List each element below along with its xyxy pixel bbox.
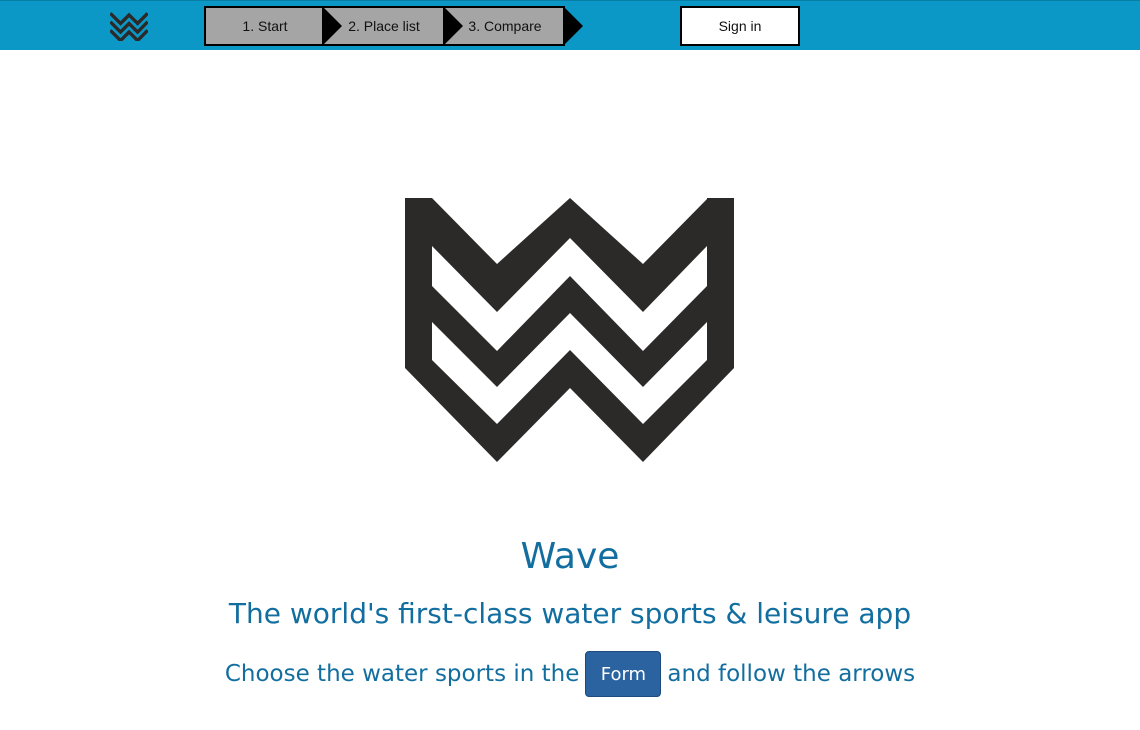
step-start-label: 1. Start bbox=[242, 18, 288, 34]
wave-logo-icon[interactable] bbox=[110, 11, 148, 41]
step-place-list-label: 2. Place list bbox=[348, 18, 420, 34]
step-arrow-icon bbox=[563, 6, 583, 46]
sign-in-button[interactable]: Sign in bbox=[680, 6, 800, 46]
instruction-after-text: and follow the arrows bbox=[667, 661, 916, 687]
form-button[interactable]: Form bbox=[585, 651, 662, 697]
step-compare-label: 3. Compare bbox=[468, 18, 542, 34]
app-tagline: The world's first-class water sports & l… bbox=[228, 597, 912, 630]
step-start[interactable]: 1. Start bbox=[204, 6, 324, 46]
instruction-line: Choose the water sports in the Form and … bbox=[0, 651, 1140, 697]
instruction-before-text: Choose the water sports in the bbox=[224, 661, 580, 687]
step-arrow-icon bbox=[322, 6, 342, 46]
step-arrow-icon bbox=[443, 6, 463, 46]
app-title: Wave bbox=[520, 536, 620, 577]
wave-logo-icon bbox=[405, 198, 734, 462]
top-navigation-bar: 1. Start 2. Place list 3. Compare Sign i… bbox=[0, 0, 1140, 50]
